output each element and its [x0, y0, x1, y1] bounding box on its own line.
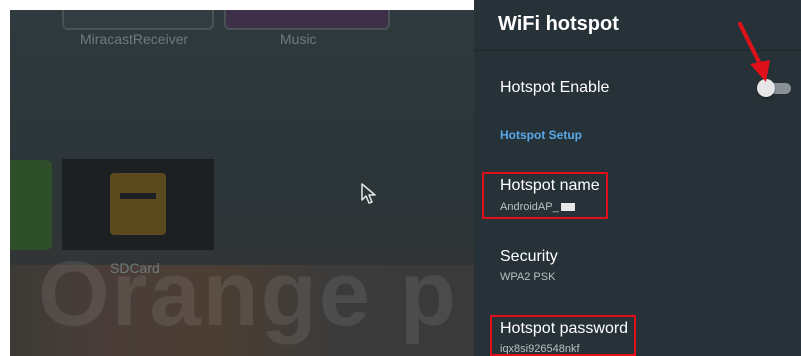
cursor-arrow-icon	[361, 183, 376, 204]
hotspot-setup-header: Hotspot Setup	[500, 128, 582, 142]
panel-title: WiFi hotspot	[498, 13, 619, 35]
security-value: WPA2 PSK	[500, 271, 556, 283]
security-title[interactable]: Security	[500, 248, 558, 266]
app-label-miracast: MiracastReceiver	[80, 31, 189, 47]
brand-watermark: Orange p	[38, 243, 458, 345]
app-tile-miracast[interactable]	[62, 10, 214, 30]
hotspot-enable-label[interactable]: Hotspot Enable	[500, 79, 609, 97]
wifi-hotspot-panel: WiFi hotspot Hotspot Enable Hotspot Setu…	[474, 0, 801, 356]
app-label-music: Music	[280, 31, 317, 47]
sd-card-icon	[110, 173, 166, 235]
app-label-sdcard: SDCard	[110, 260, 160, 276]
launcher-background: MiracastReceiver Music Orange p SDCard	[10, 10, 474, 356]
app-tile-sdcard[interactable]	[62, 159, 214, 250]
annotation-box-hotspot-name	[482, 172, 608, 219]
app-tile-music[interactable]	[224, 10, 390, 30]
annotation-box-hotspot-password	[490, 315, 636, 356]
annotation-arrow-icon	[738, 22, 770, 82]
app-tile-green[interactable]	[10, 160, 52, 250]
